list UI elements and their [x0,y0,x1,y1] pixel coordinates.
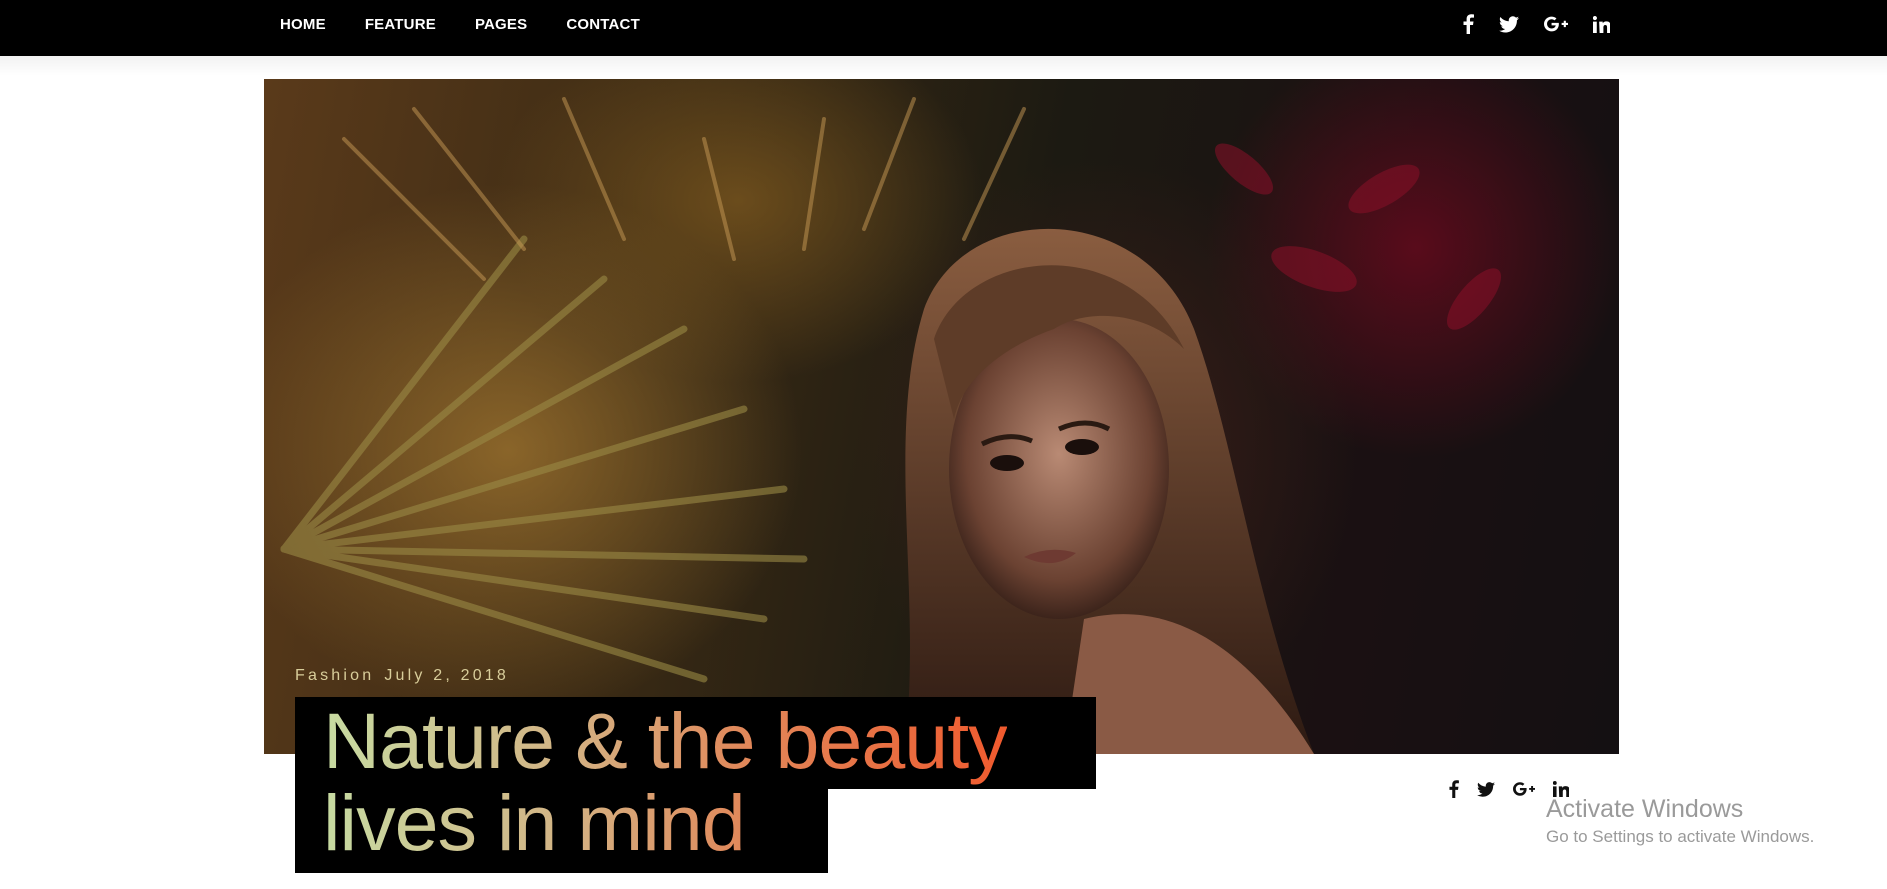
watermark-subtitle: Go to Settings to activate Windows. [1546,827,1815,846]
twitter-icon[interactable] [1499,15,1519,33]
facebook-icon[interactable] [1462,14,1474,34]
post-category[interactable]: Fashion [295,667,374,685]
google-plus-icon[interactable] [1513,782,1535,796]
facebook-icon[interactable] [1448,780,1459,798]
title-line2: lives in mind [323,778,745,867]
title-line1-part1: Nature & the [323,696,776,785]
hero-illustration [280,97,1501,754]
linkedin-icon[interactable] [1593,15,1610,33]
twitter-icon[interactable] [1477,781,1495,797]
post-title[interactable]: Nature & the beauty lives in mind [323,700,1007,864]
navbar-shadow [0,56,1887,76]
google-plus-icon[interactable] [1544,16,1568,32]
post-meta: Fashion July 2, 2018 [295,667,509,685]
main-nav: HOME FEATURE PAGES CONTACT [280,0,679,48]
watermark-title: Activate Windows [1546,795,1744,823]
post-date: July 2, 2018 [384,667,510,684]
hero-image [264,79,1619,754]
nav-social-links [1437,0,1610,48]
nav-feature-link[interactable]: FEATURE [365,16,436,33]
nav-pages-link[interactable]: PAGES [475,16,527,33]
nav-contact-link[interactable]: CONTACT [566,16,640,33]
top-navbar: HOME FEATURE PAGES CONTACT [0,0,1887,56]
title-line1-part2: beauty [775,696,1007,785]
windows-activation-watermark: Activate Windows Go to Settings to activ… [1546,794,1814,850]
nav-home-link[interactable]: HOME [280,16,326,33]
